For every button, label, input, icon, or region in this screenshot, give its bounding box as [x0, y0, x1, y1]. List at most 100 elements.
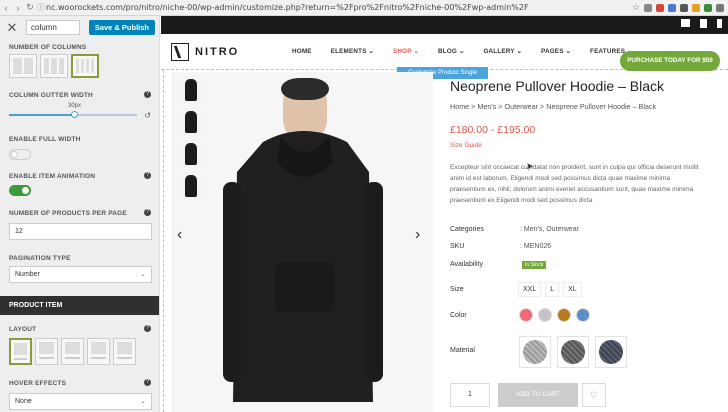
columns-options — [9, 54, 99, 78]
gutter-value: 30px — [68, 103, 82, 109]
help-icon[interactable]: ? — [144, 325, 151, 332]
extension-icon[interactable] — [680, 3, 688, 12]
back-icon[interactable]: ‹ — [0, 3, 12, 13]
extension-icon[interactable] — [692, 3, 700, 12]
logo-mark-icon — [171, 43, 189, 61]
hoodie-model-image — [223, 78, 383, 402]
close-icon[interactable]: ✕ — [4, 20, 20, 36]
section-edge — [163, 70, 164, 412]
chevron-down-icon: ⌄ — [140, 398, 146, 405]
enable-item-animation-label: ENABLE ITEM ANIMATION — [9, 173, 96, 180]
product-price: £180.00 - £195.00 — [450, 124, 536, 136]
pagination-type-select[interactable]: Number ⌄ — [9, 266, 152, 283]
color-label: Color — [450, 312, 467, 319]
menu-item-elements[interactable]: ELEMENTS ⌄ — [331, 48, 374, 55]
save-publish-button[interactable]: Save & Publish — [88, 20, 155, 35]
panel-header: ✕ column Save & Publish — [0, 16, 159, 39]
help-icon[interactable]: ? — [144, 172, 151, 179]
product-image[interactable]: ‹ › — [171, 72, 433, 412]
thumbnail[interactable] — [177, 76, 205, 104]
products-per-page-input[interactable]: 12 — [9, 223, 152, 240]
next-image-icon[interactable]: › — [415, 226, 420, 244]
layout-option-2[interactable] — [35, 338, 58, 365]
item-animation-toggle[interactable] — [9, 185, 31, 196]
products-per-page-label: NUMBER OF PRODUCTS PER PAGE — [9, 210, 127, 217]
size-options: XXL L XL — [518, 282, 582, 297]
layout-option-1[interactable] — [9, 338, 32, 365]
forward-icon[interactable]: › — [12, 3, 24, 13]
size-label: Size — [450, 286, 464, 293]
hover-effects-label: HOVER EFFECTS — [9, 380, 67, 387]
add-to-cart-button[interactable]: ADD TO CART — [498, 383, 578, 407]
layout-option-3[interactable] — [61, 338, 84, 365]
thumbnail[interactable] — [177, 172, 205, 200]
site-logo[interactable]: NITRO — [171, 43, 239, 61]
logo-text: NITRO — [195, 46, 240, 58]
column-gutter-label: COLUMN GUTTER WIDTH — [9, 92, 93, 99]
search-input[interactable]: column — [26, 20, 80, 35]
wishlist-heart-icon[interactable]: ♡ — [582, 383, 606, 407]
url-text[interactable]: nc.woorockets.com/pro/nitro/niche-00/wp-… — [46, 3, 632, 12]
layout-option-5[interactable] — [113, 338, 136, 365]
help-icon[interactable]: ? — [144, 209, 151, 216]
product-thumbnails — [177, 76, 205, 200]
material-option[interactable] — [595, 336, 627, 368]
product-title: Neoprene Pullover Hoodie – Black — [450, 78, 665, 94]
products-per-page-value: 12 — [15, 228, 23, 235]
slider-handle[interactable] — [71, 111, 78, 118]
thumbnail[interactable] — [177, 108, 205, 136]
sku-label: SKU — [450, 243, 465, 250]
thumbnail[interactable] — [177, 140, 205, 168]
column-option-4[interactable] — [71, 54, 99, 78]
layout-option-4[interactable] — [87, 338, 110, 365]
extension-icon[interactable] — [644, 3, 652, 12]
material-options — [519, 336, 627, 368]
sku-value: : MEN026 — [520, 243, 552, 250]
categories-label: Categories — [450, 226, 484, 233]
extensions: ☆ — [632, 2, 728, 13]
help-icon[interactable]: ? — [144, 91, 151, 98]
pagination-type-label: PAGINATION TYPE — [9, 255, 71, 262]
color-swatch-grey[interactable] — [538, 308, 552, 322]
chevron-down-icon: ⌄ — [140, 271, 146, 278]
material-option[interactable] — [557, 336, 589, 368]
product-item-section[interactable]: PRODUCT ITEM — [0, 296, 159, 315]
menu-item-shop[interactable]: SHOP ⌄ — [393, 48, 419, 55]
column-option-3[interactable] — [40, 54, 68, 78]
extension-icon[interactable] — [704, 3, 712, 12]
size-option-l[interactable]: L — [545, 282, 560, 297]
column-option-2[interactable] — [9, 54, 37, 78]
color-swatch-blue[interactable] — [576, 308, 590, 322]
menu-item-home[interactable]: HOME — [292, 48, 312, 55]
help-icon[interactable]: ? — [144, 379, 151, 386]
hover-effects-value: None — [15, 398, 32, 405]
prev-image-icon[interactable]: ‹ — [177, 226, 182, 244]
info-icon[interactable]: ⓘ — [36, 2, 46, 13]
layout-options — [9, 338, 136, 365]
availability-label: Availability — [450, 261, 483, 268]
color-swatch-brown[interactable] — [557, 308, 571, 322]
site-preview: NITRO HOME ELEMENTS ⌄ SHOP ⌄ BLOG ⌄ GALL… — [161, 16, 728, 412]
material-label: Material — [450, 347, 475, 354]
hover-effects-select[interactable]: None ⌄ — [9, 393, 152, 410]
size-guide-link[interactable]: Size Guide — [450, 142, 482, 149]
bookmark-star-icon[interactable]: ☆ — [632, 2, 640, 13]
number-of-columns-label: NUMBER OF COLUMNS — [9, 44, 87, 51]
layout-label: LAYOUT — [9, 326, 37, 333]
size-option-xl[interactable]: XL — [563, 282, 582, 297]
full-width-toggle[interactable] — [9, 149, 31, 160]
product-info: Neoprene Pullover Hoodie – Black Home > … — [450, 16, 728, 412]
enable-full-width-label: ENABLE FULL WIDTH — [9, 136, 81, 143]
reload-icon[interactable]: ↻ — [24, 2, 36, 13]
breadcrumb[interactable]: Home > Men's > Outerwear > Neoprene Pull… — [450, 102, 656, 111]
size-option-xxl[interactable]: XXL — [518, 282, 542, 297]
material-option[interactable] — [519, 336, 551, 368]
reset-icon[interactable]: ↺ — [144, 111, 151, 120]
product-description: Excepteur sint occaecat cupidatat non pr… — [450, 164, 699, 204]
quantity-stepper[interactable]: 1 — [450, 383, 490, 407]
color-swatch-pink[interactable] — [519, 308, 533, 322]
categories-value[interactable]: : Men's, Outerwear — [520, 226, 579, 233]
menu-dots-icon[interactable] — [716, 3, 724, 12]
extension-icon[interactable] — [656, 3, 664, 12]
extension-icon[interactable] — [668, 3, 676, 12]
